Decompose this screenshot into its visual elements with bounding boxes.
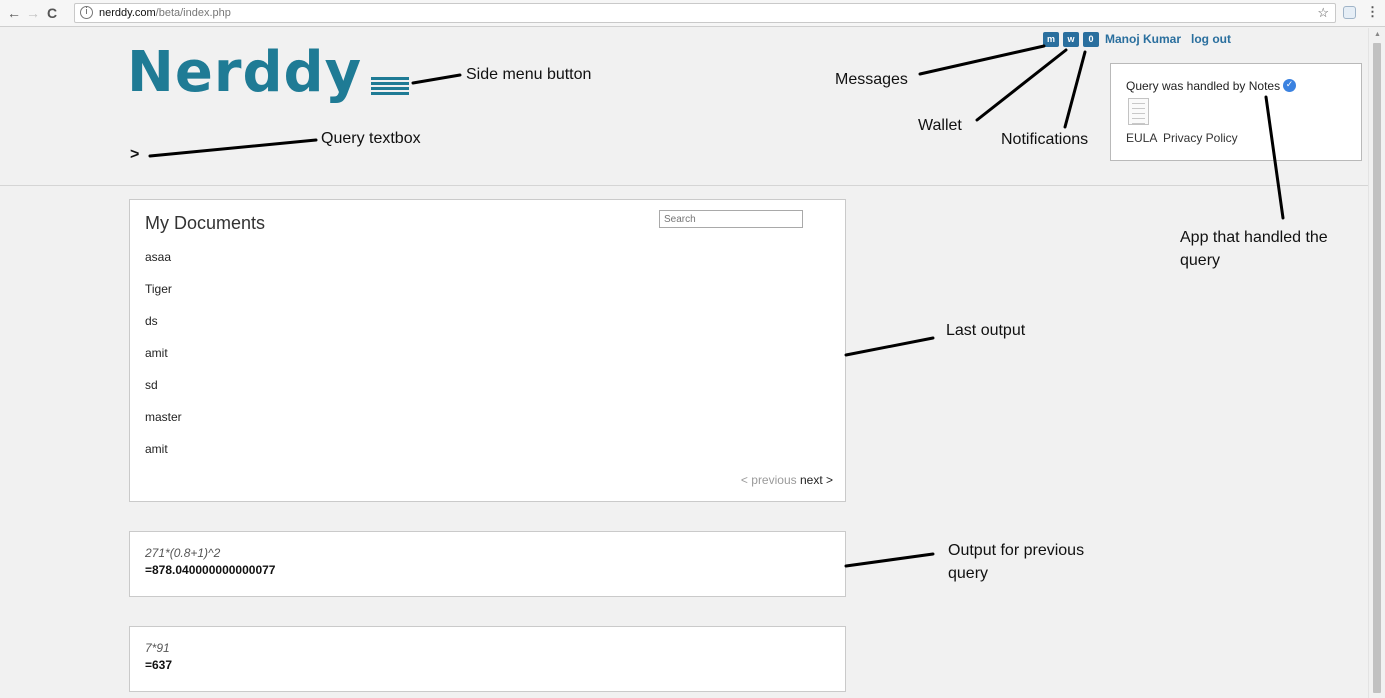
annotation-previous-output-line1: Output for previous <box>948 542 1085 559</box>
query-textbox-pointer-line <box>148 138 318 158</box>
annotation-notifications: Notifications <box>1001 131 1089 148</box>
annotation-previous-output-line2: query <box>948 565 989 582</box>
annotation-query-textbox: Query textbox <box>321 130 421 147</box>
side-menu-pointer-line <box>411 73 462 85</box>
annotation-wallet: Wallet <box>918 117 962 134</box>
notifications-pointer-line <box>1063 50 1087 129</box>
annotation-messages: Messages <box>835 71 908 88</box>
annotation-handled-app-line1: App that handled the <box>1180 229 1328 246</box>
annotation-lines <box>148 44 1285 568</box>
previous-output-pointer-line <box>844 552 935 568</box>
wallet-pointer-line <box>975 48 1068 122</box>
last-output-pointer-line <box>844 336 935 357</box>
messages-pointer-line <box>918 44 1046 76</box>
annotation-handled-app-line2: query <box>1180 252 1221 269</box>
handled-app-pointer-line <box>1264 95 1285 220</box>
annotation-side-menu: Side menu button <box>466 66 592 83</box>
annotation-last-output: Last output <box>946 322 1026 339</box>
